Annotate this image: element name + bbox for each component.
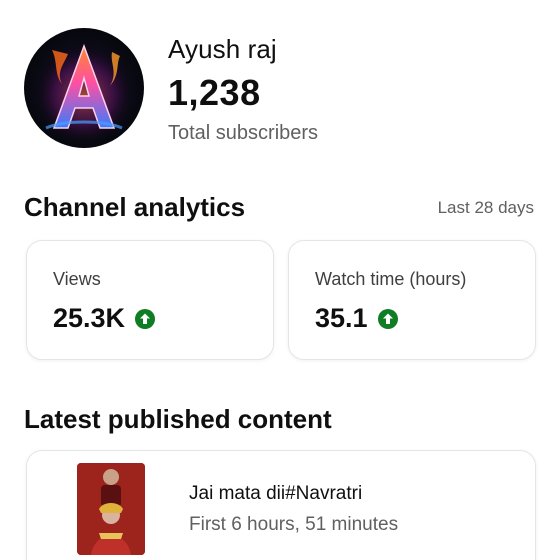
video-title[interactable]: Jai mata dii#Navratri <box>189 483 362 505</box>
subscriber-count: 1,238 <box>168 72 261 113</box>
video-thumbnail[interactable] <box>77 463 145 555</box>
latest-content-title: Latest published content <box>24 404 332 434</box>
video-stat: First 6 hours, 51 minutes <box>189 514 399 535</box>
arrow-up-circle-icon <box>377 308 398 329</box>
channel-dashboard: Ayush raj 1,238 Total subscribers Channe… <box>0 0 560 560</box>
latest-video-card[interactable]: Jai mata dii#Navratri First 6 hours, 51 … <box>26 450 536 560</box>
analytics-period[interactable]: Last 28 days <box>438 198 534 218</box>
watch-time-value: 35.1 <box>315 303 368 333</box>
watch-time-value-row: 35.1 <box>315 303 398 334</box>
flaming-letter-a-avatar <box>34 40 134 140</box>
channel-header: Ayush raj 1,238 Total subscribers <box>0 0 560 160</box>
channel-avatar[interactable] <box>24 28 144 148</box>
arrow-up-circle-icon <box>135 308 156 329</box>
views-card[interactable]: Views 25.3K <box>26 240 274 360</box>
subscriber-label: Total subscribers <box>168 122 319 144</box>
analytics-title: Channel analytics <box>24 192 246 222</box>
channel-name: Ayush raj <box>168 34 277 64</box>
watch-time-card[interactable]: Watch time (hours) 35.1 <box>288 240 536 360</box>
watch-time-label: Watch time (hours) <box>315 269 467 289</box>
views-label: Views <box>53 269 101 289</box>
views-value: 25.3K <box>53 303 126 333</box>
views-value-row: 25.3K <box>53 303 156 334</box>
